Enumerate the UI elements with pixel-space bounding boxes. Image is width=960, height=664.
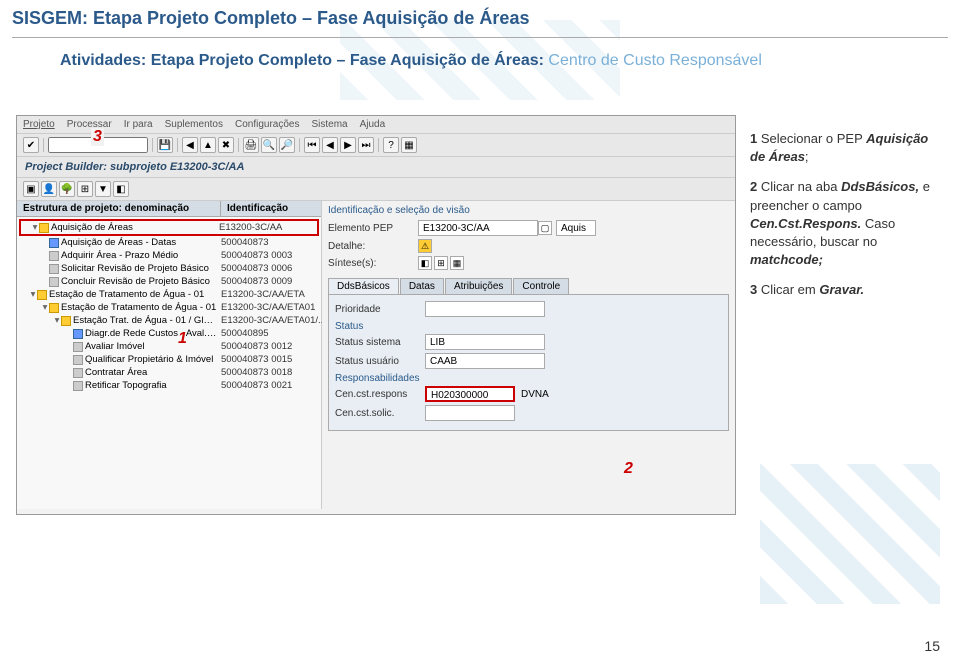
findnext-icon[interactable]: 🔎 xyxy=(279,137,295,153)
callout-3: 3 xyxy=(91,128,104,146)
tree-node[interactable]: Contratar Área500040873 0018 xyxy=(19,366,319,379)
prioridade-label: Prioridade xyxy=(335,304,425,315)
detail-warn-icon[interactable]: ⚠ xyxy=(418,239,432,253)
cancel-icon[interactable]: ✖ xyxy=(218,137,234,153)
tree-header: Estrutura de projeto: denominação Identi… xyxy=(17,201,321,217)
window-subtitle: Project Builder: subprojeto E13200-3C/AA xyxy=(17,157,735,178)
sintese-icon-1[interactable]: ◧ xyxy=(418,256,432,270)
tree-node[interactable]: ▾Estação de Tratamento de Água - 01E1320… xyxy=(19,301,319,314)
exit-icon[interactable]: ▲ xyxy=(200,137,216,153)
tab-ddsbásicos[interactable]: DdsBásicos xyxy=(328,278,399,294)
tree-node[interactable]: Concluir Revisão de Projeto Básico500040… xyxy=(19,275,319,288)
callout-1: 1 xyxy=(178,330,187,348)
status-sistema-label: Status sistema xyxy=(335,337,425,348)
menu-item[interactable]: Ajuda xyxy=(360,119,386,130)
find-icon[interactable]: 🔍 xyxy=(261,137,277,153)
status-sistema-value: LIB xyxy=(425,334,545,350)
elemento-pep-desc: Aquis xyxy=(556,220,596,236)
tree-node[interactable]: Retificar Topografia500040873 0021 xyxy=(19,379,319,392)
tabs: DdsBásicosDatasAtribuiçõesControle xyxy=(328,278,729,294)
tree-node[interactable]: Aquisição de Áreas - Datas500040873 xyxy=(19,236,319,249)
save-icon[interactable]: 💾 xyxy=(157,137,173,153)
prev-icon[interactable]: ◀ xyxy=(322,137,338,153)
menu-item[interactable]: Sistema xyxy=(311,119,347,130)
prioridade-input[interactable] xyxy=(425,301,545,317)
filter-icon[interactable]: ▼ xyxy=(95,181,111,197)
back-icon[interactable]: ◀ xyxy=(182,137,198,153)
status-usuario-label: Status usuário xyxy=(335,356,425,367)
section-title-light: Centro de Custo Responsável xyxy=(548,52,761,69)
tree-icon[interactable]: 🌳 xyxy=(59,181,75,197)
tree-node[interactable]: Solicitar Revisão de Projeto Básico50004… xyxy=(19,262,319,275)
tree-node[interactable]: Diagr.de Rede Custos - Aval. de Áreas500… xyxy=(19,327,319,340)
tree-node[interactable]: Avaliar Imóvel500040873 0012 xyxy=(19,340,319,353)
detail-panel: Identificação e seleção de visão Element… xyxy=(322,201,735,509)
hier-icon[interactable]: ⊞ xyxy=(77,181,93,197)
tab-atribuições[interactable]: Atribuições xyxy=(445,278,512,294)
vision-label: Identificação e seleção de visão xyxy=(328,205,729,216)
instruction-1: 1 Selecionar o PEP Aquisição de Áreas; xyxy=(750,130,940,166)
page-number: 15 xyxy=(924,638,940,654)
next-icon[interactable]: ▶ xyxy=(340,137,356,153)
cen-respons-input[interactable]: H020300000 xyxy=(425,386,515,402)
nav-icon[interactable]: ◧ xyxy=(113,181,129,197)
elemento-pep-label: Elemento PEP xyxy=(328,223,418,234)
toolbar-main: ✔ 💾 ◀ ▲ ✖ 🖨 🔍 🔎 ⏮ ◀ ▶ ⏭ ? ▦ xyxy=(17,134,735,157)
menu-item[interactable]: Processar xyxy=(67,119,112,130)
tab-datas[interactable]: Datas xyxy=(400,278,444,294)
tree-node[interactable]: ▾Aquisição de ÁreasE13200-3C/AA xyxy=(19,219,319,236)
tree-header-col2: Identificação xyxy=(221,201,321,216)
print-icon[interactable]: 🖨 xyxy=(243,137,259,153)
sintese-label: Síntese(s): xyxy=(328,258,418,269)
instruction-2: 2 Clicar na aba DdsBásicos, e preencher … xyxy=(750,178,940,269)
menubar: Projeto Processar Ir para Suplementos Config… xyxy=(17,116,735,134)
elemento-pep-value: E13200-3C/AA xyxy=(418,220,538,236)
callout-2: 2 xyxy=(624,460,633,478)
toolbar-secondary: ▣ 👤 🌳 ⊞ ▼ ◧ xyxy=(17,178,735,201)
detalhe-label: Detalhe: xyxy=(328,241,418,252)
section-title-bold: Atividades: Etapa Projeto Completo – Fas… xyxy=(60,52,548,69)
tab-controle[interactable]: Controle xyxy=(513,278,569,294)
instruction-3: 3 Clicar em Gravar. xyxy=(750,281,940,299)
status-section: Status xyxy=(335,321,722,332)
tree-node[interactable]: ▾Estação Trat. de Água - 01 / Gleba 001E… xyxy=(19,314,319,327)
title-underline xyxy=(12,37,948,38)
layout-icon[interactable]: ▦ xyxy=(401,137,417,153)
tree-node[interactable]: ▾Estação de Tratamento de Água - 01E1320… xyxy=(19,288,319,301)
menu-item[interactable]: Configurações xyxy=(235,119,299,130)
matchcode-icon[interactable]: ▢ xyxy=(538,221,552,235)
menu-item[interactable]: Ir para xyxy=(124,119,153,130)
sintese-icon-3[interactable]: ▦ xyxy=(450,256,464,270)
section-title: Atividades: Etapa Projeto Completo – Fas… xyxy=(0,46,960,76)
responsabilidades-section: Responsabilidades xyxy=(335,373,722,384)
last-icon[interactable]: ⏭ xyxy=(358,137,374,153)
cen-solic-input[interactable] xyxy=(425,405,515,421)
instructions-panel: 1 Selecionar o PEP Aquisição de Áreas; 2… xyxy=(750,130,940,312)
user-icon[interactable]: 👤 xyxy=(41,181,57,197)
expand-icon[interactable]: ▣ xyxy=(23,181,39,197)
sap-window: Projeto Processar Ir para Suplementos Config… xyxy=(16,115,736,515)
menu-item[interactable]: Suplementos xyxy=(165,119,223,130)
first-icon[interactable]: ⏮ xyxy=(304,137,320,153)
tree-node[interactable]: Qualificar Propietário & Imóvel500040873… xyxy=(19,353,319,366)
tree-panel: Estrutura de projeto: denominação Identi… xyxy=(17,201,322,509)
tree-header-col1: Estrutura de projeto: denominação xyxy=(17,201,221,216)
page-title: SISGEM: Etapa Projeto Completo – Fase Aq… xyxy=(0,0,960,37)
help-icon[interactable]: ? xyxy=(383,137,399,153)
sintese-icon-2[interactable]: ⊞ xyxy=(434,256,448,270)
cen-solic-label: Cen.cst.solic. xyxy=(335,408,425,419)
menu-item[interactable]: Projeto xyxy=(23,119,55,130)
cen-respons-label: Cen.cst.respons xyxy=(335,389,425,400)
project-tree: ▾Aquisição de ÁreasE13200-3C/AAAquisição… xyxy=(17,217,321,394)
status-usuario-value: CAAB xyxy=(425,353,545,369)
tree-node[interactable]: Adquirir Área - Prazo Médio500040873 000… xyxy=(19,249,319,262)
cen-respons-desc: DVNA xyxy=(521,389,549,400)
check-icon[interactable]: ✔ xyxy=(23,137,39,153)
tab-content-ddsbasicos: Prioridade Status Status sistema LIB Sta… xyxy=(328,294,729,431)
